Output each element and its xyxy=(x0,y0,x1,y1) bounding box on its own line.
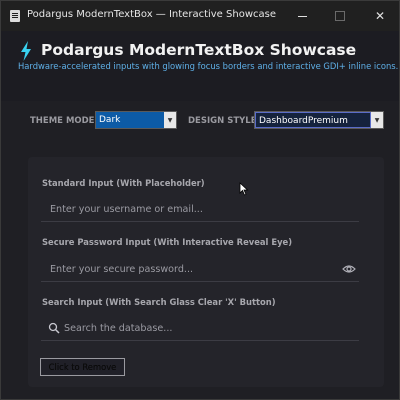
page-subtitle: Hardware-accelerated inputs with glowing… xyxy=(18,61,399,71)
main-content: Podargus ModernTextBox Showcase Hardware… xyxy=(1,31,399,399)
chevron-down-icon: ▼ xyxy=(164,112,176,128)
theme-mode-label: THEME MODE: xyxy=(30,116,98,126)
app-window: Podargus ModernTextBox — Interactive Sho… xyxy=(0,0,400,400)
design-style-value: DashboardPremium xyxy=(255,112,371,128)
password-input[interactable] xyxy=(50,262,320,276)
standard-input-label: Standard Input (With Placeholder) xyxy=(42,178,205,188)
maximize-icon xyxy=(335,11,345,21)
maximize-button[interactable] xyxy=(321,1,359,31)
design-style-select[interactable]: DashboardPremium ▼ xyxy=(254,111,384,129)
minimize-icon xyxy=(297,15,307,17)
remove-button-label: Click to Remove xyxy=(48,362,117,372)
username-input[interactable] xyxy=(50,202,320,216)
theme-mode-select[interactable]: Dark ▼ xyxy=(95,111,177,129)
remove-button[interactable]: Click to Remove xyxy=(40,358,125,376)
mouse-pointer-icon xyxy=(239,182,249,196)
chevron-down-icon: ▼ xyxy=(371,112,383,128)
search-input[interactable] xyxy=(64,321,334,335)
search-input-field[interactable] xyxy=(41,316,359,341)
theme-settings-row: THEME MODE: Dark ▼ DESIGN STYLE: Dashboa… xyxy=(1,111,399,133)
password-input-field[interactable] xyxy=(41,257,359,282)
design-style-label: DESIGN STYLE: xyxy=(188,116,260,126)
search-icon xyxy=(48,322,60,334)
app-icon xyxy=(10,10,20,22)
window-title: Podargus ModernTextBox — Interactive Sho… xyxy=(27,9,276,20)
close-button[interactable]: ✕ xyxy=(361,1,399,31)
standard-input-field[interactable] xyxy=(41,197,359,222)
close-icon: ✕ xyxy=(374,9,386,23)
minimize-button[interactable] xyxy=(283,1,321,31)
password-input-label: Secure Password Input (With Interactive … xyxy=(42,237,293,247)
lightning-bolt-icon xyxy=(21,41,31,61)
eye-icon[interactable] xyxy=(342,263,356,275)
title-bar[interactable]: Podargus ModernTextBox — Interactive Sho… xyxy=(1,1,399,31)
page-title: Podargus ModernTextBox Showcase xyxy=(41,41,357,59)
header: Podargus ModernTextBox Showcase Hardware… xyxy=(1,31,399,101)
theme-mode-value: Dark xyxy=(96,112,164,128)
search-input-label: Search Input (With Search Glass Clear 'X… xyxy=(42,297,276,307)
